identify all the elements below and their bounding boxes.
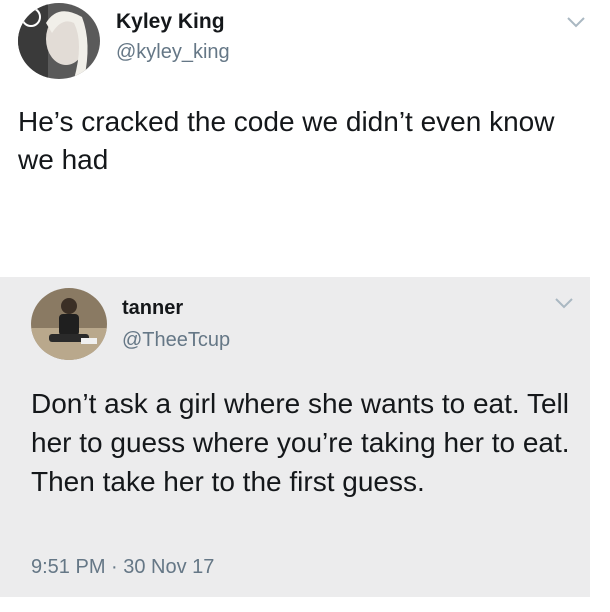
quoted-tweet-text: Don’t ask a girl where she wants to eat.… [31,388,570,497]
user-handle[interactable]: @kyley_king [116,41,230,64]
quoted-display-name[interactable]: tanner [122,297,183,320]
quoted-timestamp[interactable]: 9:51 PM · 30 Nov 17 [31,556,214,579]
tweet-text: He’s cracked the code we didn’t even kno… [18,106,555,175]
avatar[interactable] [18,3,100,79]
quoted-user-handle[interactable]: @TheeTcup [122,329,230,352]
display-name[interactable]: Kyley King [116,10,225,34]
quoted-avatar[interactable] [31,288,107,360]
chevron-down-icon[interactable] [554,296,574,314]
chevron-down-icon[interactable] [566,15,586,33]
